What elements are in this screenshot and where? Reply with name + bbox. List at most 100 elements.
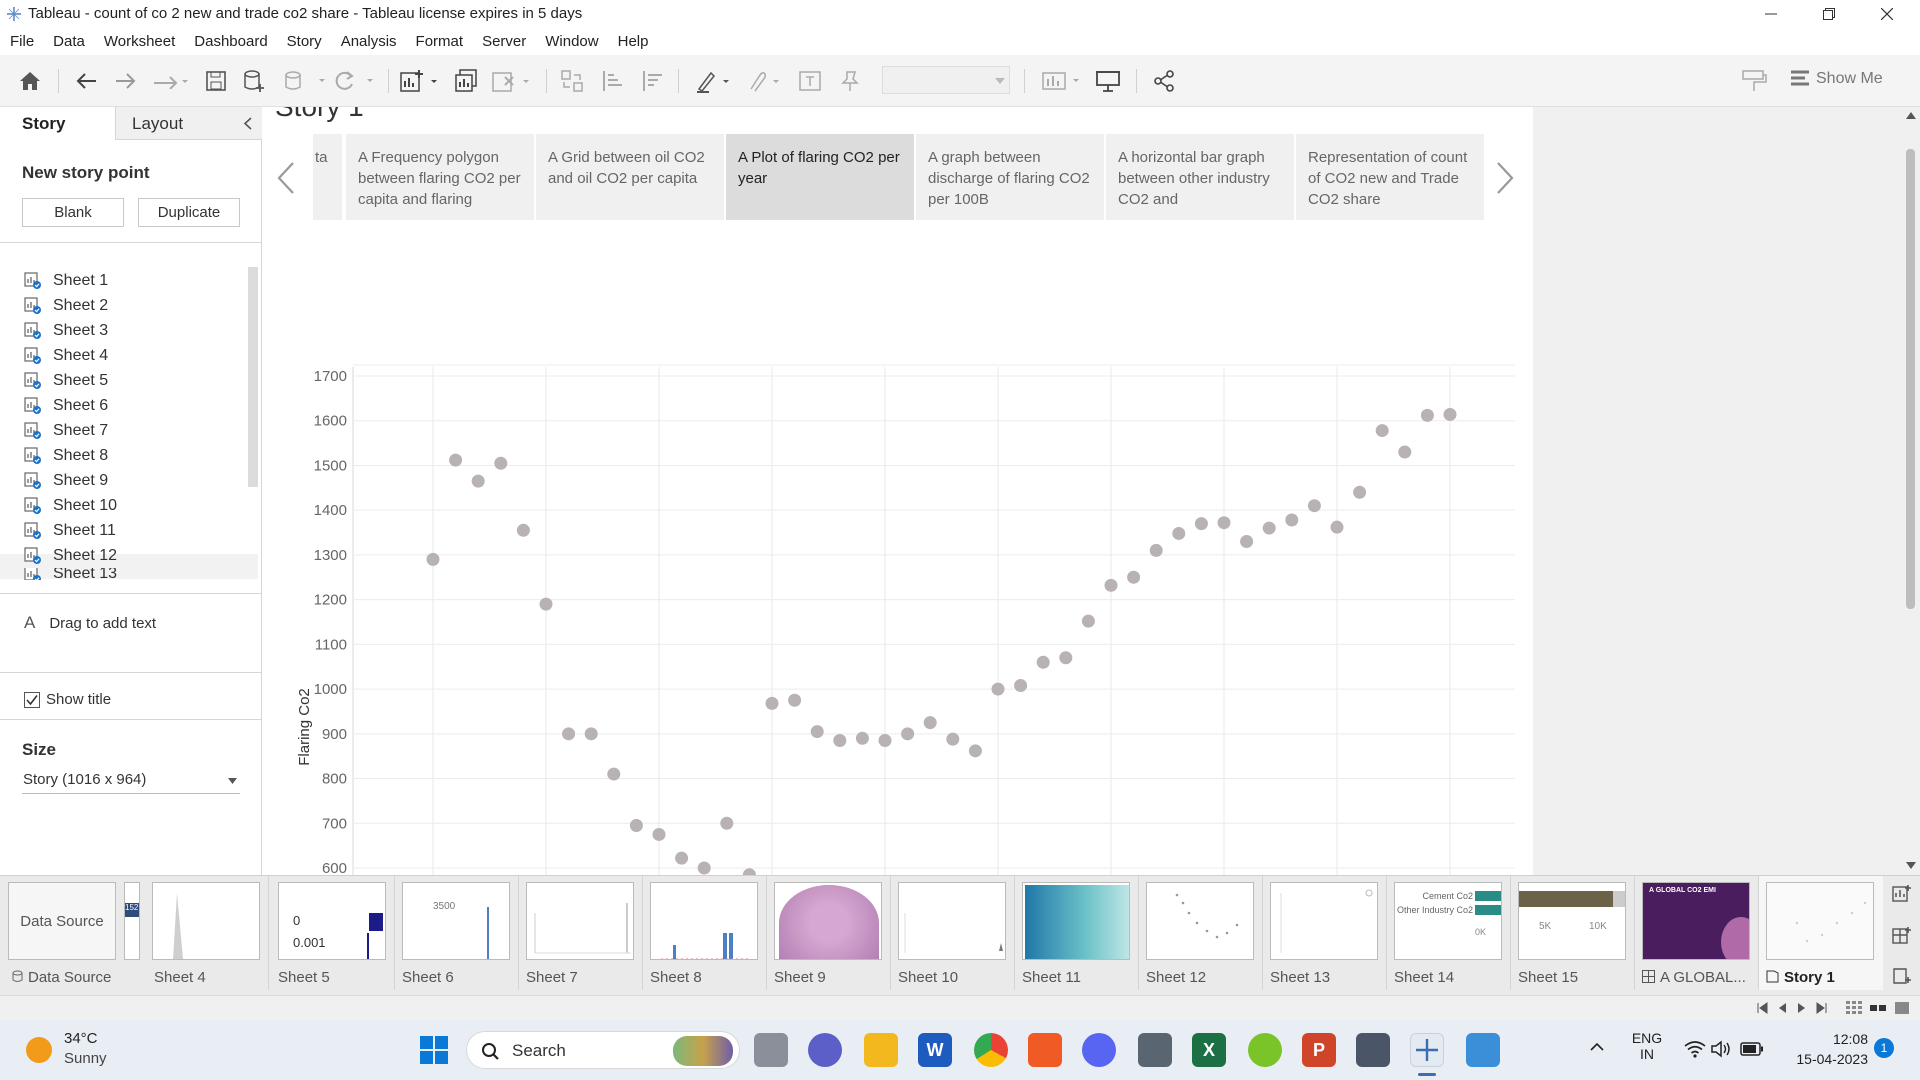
sheet-list-item[interactable]: Sheet 5 xyxy=(24,368,108,393)
weather-desc[interactable]: Sunny xyxy=(64,1050,107,1067)
blank-button[interactable]: Blank xyxy=(22,198,124,227)
data-point[interactable] xyxy=(1194,517,1208,531)
data-point[interactable] xyxy=(607,767,621,781)
sheet-list-item[interactable]: Sheet 7 xyxy=(24,418,108,443)
data-point[interactable] xyxy=(539,597,553,611)
discord-icon[interactable] xyxy=(1082,1033,1116,1067)
grid-view-icon[interactable] xyxy=(1846,1001,1862,1015)
data-point[interactable] xyxy=(1081,614,1095,628)
menu-story[interactable]: Story xyxy=(287,33,322,50)
sheet-tab-label[interactable]: Sheet 10 xyxy=(898,969,958,986)
collapse-panel-icon[interactable] xyxy=(243,117,253,130)
next-story-point-icon[interactable] xyxy=(1495,161,1515,195)
camera-icon[interactable] xyxy=(1138,1033,1172,1067)
data-point[interactable] xyxy=(584,727,598,741)
data-point[interactable] xyxy=(1149,543,1163,557)
sheet-tab-label[interactable]: Sheet 4 xyxy=(154,969,206,986)
scrollbar-thumb[interactable] xyxy=(1906,149,1915,609)
sheet-tab-label[interactable]: A GLOBAL... xyxy=(1642,969,1746,986)
back-icon[interactable] xyxy=(72,67,100,95)
clock[interactable]: 12:08 15-04-2023 xyxy=(1770,1029,1868,1069)
data-point[interactable] xyxy=(1172,526,1186,540)
filmstrip-view-icon[interactable] xyxy=(1870,1001,1886,1015)
presentation-mode-icon[interactable] xyxy=(1094,67,1122,95)
sheet-thumbnail[interactable]: Cement Co2 Other Industry Co2 0K xyxy=(1394,882,1502,960)
vertical-scrollbar[interactable] xyxy=(1901,107,1920,875)
sheet-tab-label[interactable]: Sheet 7 xyxy=(526,969,578,986)
powerpoint-icon[interactable]: P xyxy=(1302,1033,1336,1067)
forward-icon[interactable] xyxy=(112,67,140,95)
show-title-toggle[interactable]: Show title xyxy=(24,691,111,708)
story-point-4[interactable]: A graph between discharge of flaring CO2… xyxy=(916,134,1104,220)
data-point[interactable] xyxy=(1036,655,1050,669)
save-icon[interactable] xyxy=(202,67,230,95)
windows-start-icon[interactable] xyxy=(420,1036,448,1064)
last-tab-icon[interactable] xyxy=(1816,1002,1828,1014)
sheet-list-item[interactable]: Sheet 6 xyxy=(24,393,108,418)
data-point[interactable] xyxy=(1262,521,1276,535)
data-point[interactable] xyxy=(855,731,869,745)
scroll-down-icon[interactable] xyxy=(1906,862,1916,869)
duplicate-sheet-icon[interactable] xyxy=(452,67,480,95)
sheet-thumbnail[interactable] xyxy=(898,882,1006,960)
tab-story[interactable]: Story xyxy=(0,107,115,140)
data-point[interactable] xyxy=(923,716,937,730)
data-point[interactable] xyxy=(1398,445,1412,459)
data-point[interactable] xyxy=(788,693,802,707)
chrome-icon[interactable] xyxy=(974,1033,1008,1067)
data-point[interactable] xyxy=(562,727,576,741)
sheet-list-item[interactable]: Sheet 3 xyxy=(24,318,108,343)
data-point[interactable] xyxy=(1240,534,1254,548)
sheet-tab-label[interactable]: Sheet 9 xyxy=(774,969,826,986)
sheet-tab-label[interactable]: Sheet 12 xyxy=(1146,969,1206,986)
show-me-button[interactable]: Show Me xyxy=(1790,69,1883,89)
data-point[interactable] xyxy=(1014,679,1028,693)
fit-dropdown[interactable] xyxy=(882,66,1010,94)
story-point-1[interactable]: A Frequency polygon between flaring CO2 … xyxy=(346,134,534,220)
data-point[interactable] xyxy=(1443,407,1457,421)
calculator-icon[interactable] xyxy=(1356,1033,1390,1067)
sheet-list-item[interactable]: Sheet 4 xyxy=(24,343,108,368)
pause-updates-icon[interactable] xyxy=(282,67,328,95)
language-indicator[interactable]: ENG IN xyxy=(1630,1030,1664,1062)
share-icon[interactable] xyxy=(1150,67,1178,95)
data-point[interactable] xyxy=(1059,651,1073,665)
tabs-view-icon[interactable] xyxy=(1894,1001,1910,1015)
data-point[interactable] xyxy=(697,861,711,875)
new-worksheet-icon[interactable] xyxy=(398,67,444,95)
task-view-icon[interactable] xyxy=(754,1033,788,1067)
menu-worksheet[interactable]: Worksheet xyxy=(104,33,175,50)
story-point-5[interactable]: A horizontal bar graph between other ind… xyxy=(1106,134,1294,220)
sun-icon[interactable] xyxy=(26,1037,52,1063)
sheet-list-item[interactable]: Sheet 10 xyxy=(24,493,117,518)
sheet-thumbnail[interactable] xyxy=(1766,882,1874,960)
wifi-icon[interactable] xyxy=(1684,1040,1706,1058)
menu-format[interactable]: Format xyxy=(416,33,464,50)
data-point[interactable] xyxy=(516,523,530,537)
sheet-tab-label[interactable]: Data Source xyxy=(12,969,111,986)
brave-icon[interactable] xyxy=(1028,1033,1062,1067)
new-story-tab-icon[interactable] xyxy=(1892,966,1912,986)
data-point[interactable] xyxy=(720,816,734,830)
menu-analysis[interactable]: Analysis xyxy=(341,33,397,50)
weather-temp[interactable]: 34°C xyxy=(64,1030,98,1047)
sheet-tab-label[interactable]: Sheet 14 xyxy=(1394,969,1454,986)
fix-axes-icon[interactable] xyxy=(836,67,864,95)
show-labels-icon[interactable] xyxy=(796,67,824,95)
sheet-list-item[interactable]: Sheet 12 xyxy=(24,543,117,568)
data-point[interactable] xyxy=(1307,499,1321,513)
menu-window[interactable]: Window xyxy=(545,33,598,50)
sheet-thumbnail[interactable] xyxy=(650,882,758,960)
tab-layout[interactable]: Layout xyxy=(115,107,262,140)
sheet-thumbnail[interactable] xyxy=(1146,882,1254,960)
first-tab-icon[interactable] xyxy=(1756,1002,1768,1014)
previous-tab-icon[interactable] xyxy=(1776,1002,1788,1014)
show-title-checkbox[interactable] xyxy=(24,691,40,708)
next-tab-icon[interactable] xyxy=(1796,1002,1808,1014)
sheet-thumbnail[interactable] xyxy=(774,882,882,960)
data-point[interactable] xyxy=(494,456,508,470)
sheet-tab-label[interactable]: Sheet 15 xyxy=(1518,969,1578,986)
sheet-tab-label[interactable]: Sheet 6 xyxy=(402,969,454,986)
sheet-tab-label[interactable]: Story 1 xyxy=(1766,969,1835,986)
data-point[interactable] xyxy=(946,732,960,746)
